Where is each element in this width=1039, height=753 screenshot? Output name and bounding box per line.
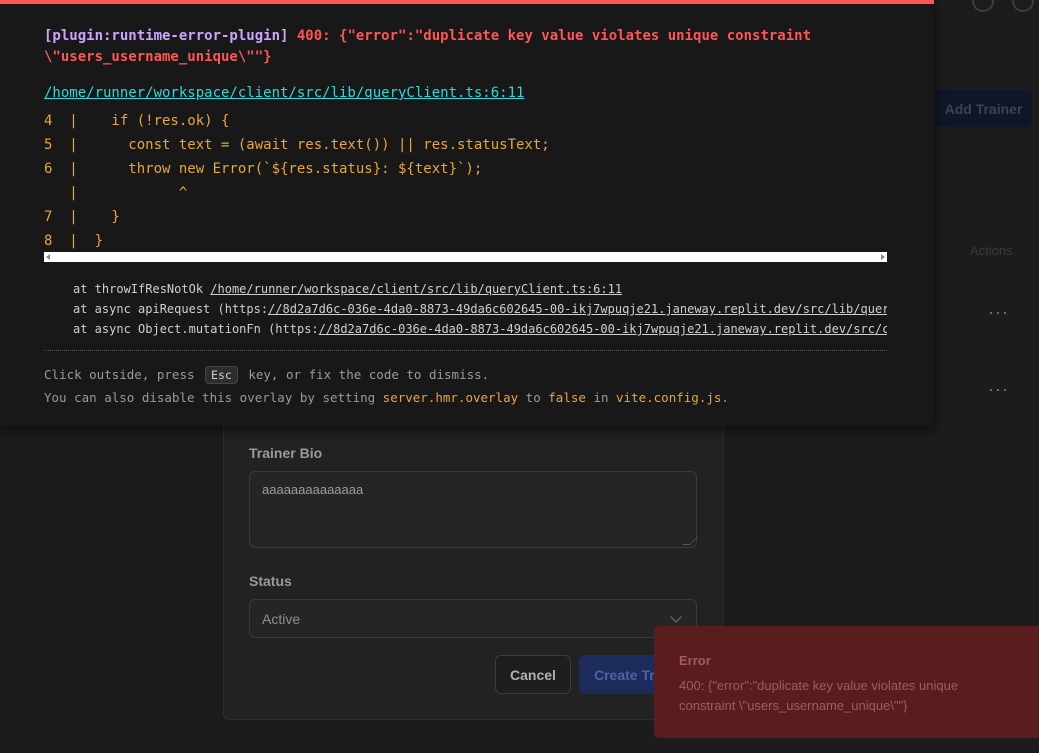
notification-icon[interactable] [972,0,994,12]
code-line: 4 | if (!res.ok) { [44,113,230,129]
stack-line: at throwIfResNotOk /home/runner/workspac… [73,279,887,299]
actions-column-header: Actions [970,243,1013,258]
stack-line: at async apiRequest (https://8d2a7d6c-03… [73,299,887,319]
stack-line-link[interactable]: /home/runner/workspace/client/src/lib/qu… [210,282,622,296]
tip-text: . [721,390,729,405]
stack-trace: at throwIfResNotOk /home/runner/workspac… [73,279,887,339]
help-icon[interactable] [1012,0,1034,12]
toast-message: 400: {"error":"duplicate key value viola… [679,678,959,713]
tip-text: to [525,390,541,405]
config-value: false [548,390,586,405]
chevron-down-icon [670,610,682,623]
error-file-link[interactable]: /home/runner/workspace/client/src/lib/qu… [44,85,524,101]
error-overlay[interactable]: [plugin:runtime-error-plugin] 400: {"err… [0,0,934,426]
scroll-right-icon[interactable] [881,254,885,260]
disable-overlay-tip: You can also disable this overlay by set… [44,390,729,405]
row-menu-icon[interactable]: ··· [988,380,1009,398]
status-selected-value: Active [262,610,301,627]
code-frame: 4 | if (!res.ok) { 5 | const text = (awa… [44,109,887,253]
stack-line-prefix: at async Object.mutationFn (https: [73,322,319,336]
tip-text: key, or fix the code to dismiss. [248,367,490,382]
stack-line-link[interactable]: //8d2a7d6c-036e-4da0-8873-49da6c602645-0… [268,302,887,316]
status-label: Status [249,573,292,589]
plugin-name: [plugin:runtime-error-plugin] [44,28,289,44]
trainer-bio-textarea[interactable]: aaaaaaaaaaaaaa [249,471,698,548]
code-line: 6 | throw new Error(`${res.status}: ${te… [44,161,483,177]
code-line: | ^ [44,185,188,201]
resize-handle-icon[interactable] [682,537,698,545]
error-message-line2: \"users_username_unique\""} [44,49,272,65]
config-key: server.hmr.overlay [382,390,519,405]
tip-text: in [593,390,609,405]
code-line: 7 | } [44,209,120,225]
toast-title: Error [679,653,711,668]
status-select[interactable]: Active [249,599,697,638]
scroll-left-icon[interactable] [46,254,50,260]
stack-line-link[interactable]: //8d2a7d6c-036e-4da0-8873-49da6c602645-0… [319,322,887,336]
error-toast[interactable]: Error 400: {"error":"duplicate key value… [654,626,1039,738]
error-header: [plugin:runtime-error-plugin] 400: {"err… [44,26,904,68]
code-line: 5 | const text = (await res.text()) || r… [44,137,550,153]
tip-text: Click outside, press [44,367,195,382]
dismiss-tip: Click outside, press Esc key, or fix the… [44,366,489,384]
esc-key: Esc [205,366,238,384]
trainer-bio-label: Trainer Bio [249,445,323,461]
tip-text: You can also disable this overlay by set… [44,390,376,405]
stack-line-prefix: at throwIfResNotOk [73,282,211,296]
trainer-bio-value: aaaaaaaaaaaaaa [262,482,364,497]
code-frame-scrollbar[interactable] [44,252,887,262]
error-message-line1: 400: {"error":"duplicate key value viola… [296,28,812,44]
stack-line-prefix: at async apiRequest (https: [73,302,269,316]
config-file: vite.config.js [616,390,722,405]
add-trainer-button[interactable]: Add Trainer [935,90,1032,127]
code-line: 8 | } [44,233,104,249]
cancel-button[interactable]: Cancel [495,655,571,694]
create-trainer-dialog: Trainer Bio aaaaaaaaaaaaaa Status Active… [223,410,724,720]
stack-line: at async Object.mutationFn (https://8d2a… [73,319,887,339]
row-menu-icon[interactable]: ··· [988,303,1009,321]
overlay-divider [44,350,887,351]
